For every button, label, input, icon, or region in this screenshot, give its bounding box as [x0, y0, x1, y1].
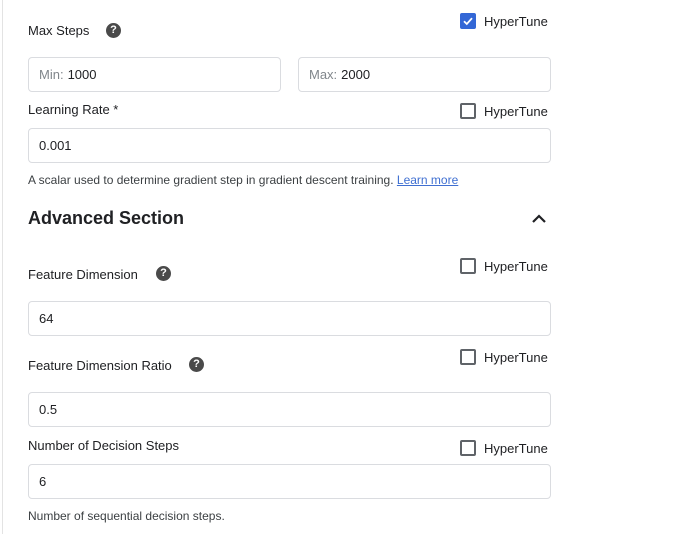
help-circle-icon[interactable]: ?	[156, 266, 171, 281]
max-steps-min-input[interactable]: Min: 1000	[28, 57, 281, 92]
left-divider	[2, 0, 3, 534]
learning-rate-hint: A scalar used to determine gradient step…	[28, 173, 458, 187]
help-circle-icon[interactable]: ?	[106, 23, 121, 38]
feature-dimension-label: Feature Dimension	[28, 267, 138, 282]
learn-more-link[interactable]: Learn more	[397, 173, 458, 187]
max-prefix: Max:	[309, 67, 338, 82]
decision-steps-hint: Number of sequential decision steps.	[28, 509, 225, 523]
advanced-section-toggle[interactable]	[531, 211, 547, 229]
feature-dimension-ratio-hypertune-checkbox[interactable]: HyperTune	[460, 349, 548, 365]
hypertune-label: HyperTune	[484, 258, 548, 274]
hypertune-label: HyperTune	[484, 13, 548, 29]
hypertune-label: HyperTune	[484, 103, 548, 119]
chevron-up-icon	[532, 214, 546, 223]
advanced-section-title: Advanced Section	[28, 208, 185, 228]
checkbox-unchecked-icon[interactable]	[460, 440, 476, 456]
checkbox-unchecked-icon[interactable]	[460, 103, 476, 119]
max-steps-label: Max Steps	[28, 23, 90, 38]
hypertune-label: HyperTune	[484, 440, 548, 456]
help-circle-icon[interactable]: ?	[189, 357, 204, 372]
max-steps-hypertune-checkbox[interactable]: HyperTune	[460, 13, 548, 29]
checkbox-unchecked-icon[interactable]	[460, 258, 476, 274]
learning-rate-label: Learning Rate *	[28, 102, 119, 117]
feature-dimension-hypertune-checkbox[interactable]: HyperTune	[460, 258, 548, 274]
min-prefix: Min:	[39, 67, 64, 82]
min-value: 1000	[67, 67, 97, 82]
learning-rate-hypertune-checkbox[interactable]: HyperTune	[460, 103, 548, 119]
learning-rate-hint-text: A scalar used to determine gradient step…	[28, 173, 394, 187]
feature-dimension-value: 64	[39, 311, 54, 326]
checkbox-checked-icon[interactable]	[460, 13, 476, 29]
feature-dimension-input[interactable]: 64	[28, 301, 551, 336]
feature-dimension-ratio-label: Feature Dimension Ratio	[28, 358, 172, 373]
learning-rate-input[interactable]: 0.001	[28, 128, 551, 163]
max-value: 2000	[341, 67, 371, 82]
feature-dimension-ratio-input[interactable]: 0.5	[28, 392, 551, 427]
feature-dimension-ratio-value: 0.5	[39, 402, 58, 417]
max-steps-max-input[interactable]: Max: 2000	[298, 57, 551, 92]
decision-steps-label: Number of Decision Steps	[28, 438, 180, 453]
learning-rate-value: 0.001	[39, 138, 72, 153]
checkbox-unchecked-icon[interactable]	[460, 349, 476, 365]
hyperparameter-form: Max Steps ? HyperTune Min: 1000 Max: 200…	[0, 0, 700, 534]
hypertune-label: HyperTune	[484, 349, 548, 365]
decision-steps-input[interactable]: 6	[28, 464, 551, 499]
checkmark-icon	[463, 17, 473, 26]
decision-steps-hypertune-checkbox[interactable]: HyperTune	[460, 440, 548, 456]
decision-steps-value: 6	[39, 474, 47, 489]
